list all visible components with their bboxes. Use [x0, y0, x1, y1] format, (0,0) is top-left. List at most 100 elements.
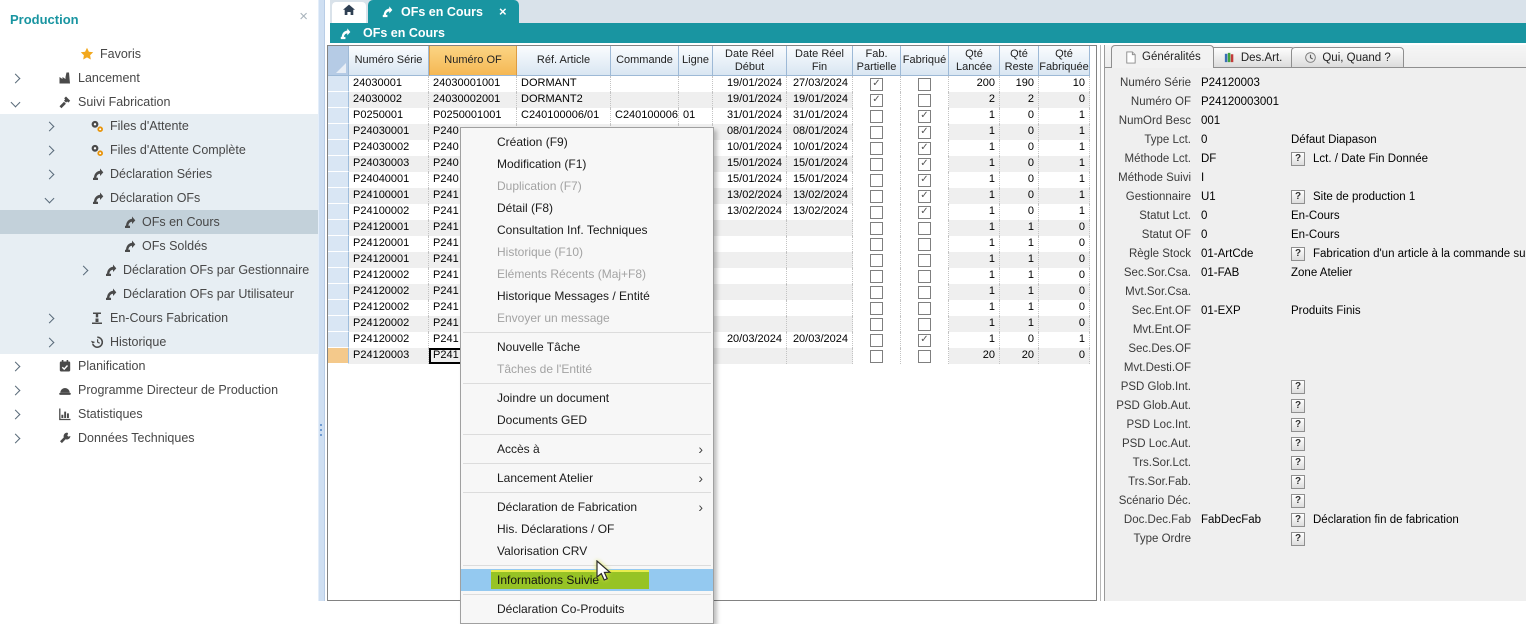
- cell[interactable]: 1: [1000, 252, 1039, 268]
- help-button[interactable]: ?: [1291, 247, 1305, 261]
- fabrique-checkbox[interactable]: [901, 316, 949, 332]
- fab-partielle-checkbox[interactable]: [853, 220, 901, 236]
- cell[interactable]: 2: [1000, 92, 1039, 108]
- cell[interactable]: [611, 76, 679, 92]
- cell[interactable]: 1: [949, 220, 1000, 236]
- table-row[interactable]: P0250001P0250001001C240100006/01C2401000…: [328, 108, 1096, 124]
- fab-partielle-checkbox[interactable]: [853, 284, 901, 300]
- row-selector[interactable]: [328, 204, 349, 220]
- cell[interactable]: [713, 284, 787, 300]
- cell[interactable]: [787, 284, 853, 300]
- chevron-right-icon[interactable]: [11, 74, 21, 84]
- column-header-commande[interactable]: Commande: [611, 46, 679, 76]
- cell[interactable]: 0: [1000, 124, 1039, 140]
- cell[interactable]: [713, 316, 787, 332]
- row-selector[interactable]: [328, 316, 349, 332]
- sidebar-item-programme-directeur-de-production[interactable]: Programme Directeur de Production: [0, 378, 318, 402]
- cell[interactable]: 15/01/2024: [713, 156, 787, 172]
- cell[interactable]: DORMANT2: [517, 92, 611, 108]
- column-header-ligne[interactable]: Ligne: [679, 46, 713, 76]
- menu-item-nouvelle-tache[interactable]: Nouvelle Tâche: [461, 336, 713, 358]
- cell[interactable]: 20: [1000, 348, 1039, 364]
- cell[interactable]: [713, 236, 787, 252]
- cell[interactable]: 1: [1039, 140, 1090, 156]
- cell[interactable]: 10/01/2024: [787, 140, 853, 156]
- cell[interactable]: 0: [1039, 300, 1090, 316]
- sidebar-item-favoris[interactable]: Favoris: [0, 42, 318, 66]
- row-selector[interactable]: [328, 220, 349, 236]
- help-button[interactable]: ?: [1291, 190, 1305, 204]
- sidebar-item-declaration-ofs-par-gestionnaire[interactable]: Déclaration OFs par Gestionnaire: [0, 258, 318, 282]
- tab-home[interactable]: [332, 2, 366, 23]
- chevron-down-icon[interactable]: [45, 194, 55, 204]
- cell[interactable]: P0250001001: [429, 108, 517, 124]
- fabrique-checkbox[interactable]: [901, 284, 949, 300]
- column-header-date-reel-debut[interactable]: Date Réel Début: [713, 46, 787, 76]
- column-header-numero-serie[interactable]: Numéro Série: [349, 46, 429, 76]
- fabrique-checkbox[interactable]: ✓: [901, 172, 949, 188]
- fab-partielle-checkbox[interactable]: [853, 332, 901, 348]
- cell[interactable]: 15/01/2024: [787, 172, 853, 188]
- cell[interactable]: [611, 92, 679, 108]
- fabrique-checkbox[interactable]: [901, 92, 949, 108]
- cell[interactable]: 1: [949, 252, 1000, 268]
- row-selector[interactable]: [328, 284, 349, 300]
- cell[interactable]: P24120002: [349, 268, 429, 284]
- sidebar-item-en-cours-fabrication[interactable]: En-Cours Fabrication: [0, 306, 318, 330]
- panel-tab-des-art[interactable]: Des.Art.: [1210, 47, 1296, 67]
- table-row[interactable]: 2403000224030002001DORMANT219/01/202419/…: [328, 92, 1096, 108]
- column-header-ref-article[interactable]: Réf. Article: [517, 46, 611, 76]
- cell[interactable]: P24120002: [349, 300, 429, 316]
- cell[interactable]: 0: [1000, 172, 1039, 188]
- table-row[interactable]: 2403000124030001001DORMANT19/01/202427/0…: [328, 76, 1096, 92]
- fab-partielle-checkbox[interactable]: [853, 204, 901, 220]
- sidebar-splitter[interactable]: [318, 0, 325, 601]
- menu-item-informations-suivie[interactable]: Informations Suivie: [461, 569, 713, 591]
- cell[interactable]: 0: [1000, 140, 1039, 156]
- menu-item-modification-f1[interactable]: Modification (F1): [461, 153, 713, 175]
- sidebar-item-files-d-attente[interactable]: Files d'Attente: [0, 114, 318, 138]
- cell[interactable]: 1: [949, 156, 1000, 172]
- cell[interactable]: P24100002: [349, 204, 429, 220]
- sidebar-item-ofs-en-cours[interactable]: OFs en Cours: [0, 210, 318, 234]
- panel-splitter[interactable]: [1100, 45, 1101, 601]
- fabrique-checkbox[interactable]: [901, 76, 949, 92]
- cell[interactable]: 1: [1039, 188, 1090, 204]
- menu-item-elements-recents-maj-f8[interactable]: Eléments Récents (Maj+F8): [461, 263, 713, 285]
- cell[interactable]: 1: [949, 172, 1000, 188]
- cell[interactable]: 24030002: [349, 92, 429, 108]
- row-selector[interactable]: [328, 332, 349, 348]
- cell[interactable]: 190: [1000, 76, 1039, 92]
- fab-partielle-checkbox[interactable]: [853, 108, 901, 124]
- cell[interactable]: P24120002: [349, 316, 429, 332]
- fab-partielle-checkbox[interactable]: [853, 188, 901, 204]
- row-selector[interactable]: [328, 300, 349, 316]
- cell[interactable]: 19/01/2024: [713, 76, 787, 92]
- cell[interactable]: 1: [949, 124, 1000, 140]
- cell[interactable]: 01: [679, 108, 713, 124]
- cell[interactable]: 24030001001: [429, 76, 517, 92]
- fab-partielle-checkbox[interactable]: [853, 236, 901, 252]
- row-selector[interactable]: [328, 236, 349, 252]
- menu-item-documents-ged[interactable]: Documents GED: [461, 409, 713, 431]
- help-button[interactable]: ?: [1291, 456, 1305, 470]
- menu-item-taches-de-l-entite[interactable]: Tâches de l'Entité: [461, 358, 713, 380]
- cell[interactable]: 0: [1039, 316, 1090, 332]
- cell[interactable]: [679, 92, 713, 108]
- cell[interactable]: [713, 252, 787, 268]
- cell[interactable]: 10/01/2024: [713, 140, 787, 156]
- cell[interactable]: DORMANT: [517, 76, 611, 92]
- cell[interactable]: 27/03/2024: [787, 76, 853, 92]
- menu-item-declaration-de-fabrication[interactable]: Déclaration de Fabrication›: [461, 496, 713, 518]
- cell[interactable]: 24030002001: [429, 92, 517, 108]
- cell[interactable]: 15/01/2024: [713, 172, 787, 188]
- fab-partielle-checkbox[interactable]: [853, 172, 901, 188]
- menu-item-acces-a[interactable]: Accès à›: [461, 438, 713, 460]
- cell[interactable]: P24100001: [349, 188, 429, 204]
- help-button[interactable]: ?: [1291, 494, 1305, 508]
- cell[interactable]: 13/02/2024: [713, 188, 787, 204]
- cell[interactable]: 0: [1000, 108, 1039, 124]
- cell[interactable]: 31/01/2024: [787, 108, 853, 124]
- cell[interactable]: 31/01/2024: [713, 108, 787, 124]
- chevron-right-icon[interactable]: [11, 434, 21, 444]
